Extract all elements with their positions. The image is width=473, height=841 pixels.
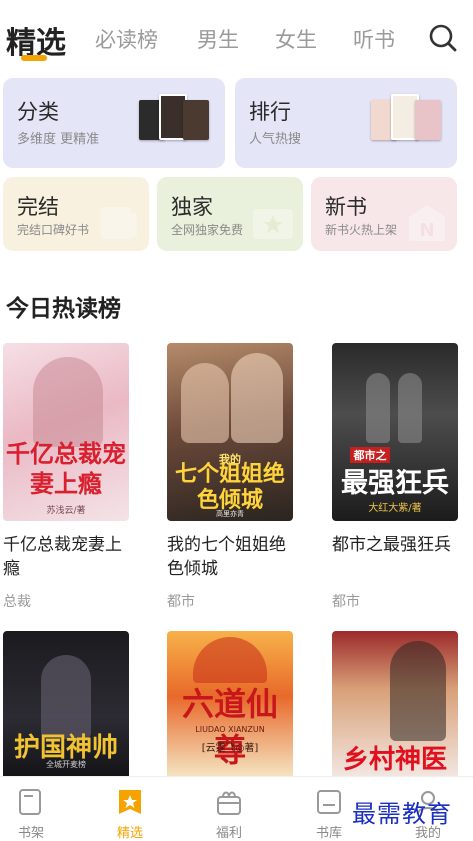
tab-female[interactable]: 女生 (275, 24, 317, 54)
new-badge-icon: N (405, 203, 449, 243)
active-tab-indicator (21, 55, 47, 61)
new-book-card-subtitle: 新书火热上架 (325, 223, 398, 237)
cover-author: 苏浅云/著 (46, 506, 86, 516)
category-card-title: 分类 (17, 100, 59, 124)
cover-figure (193, 637, 267, 683)
book-item[interactable]: 乡村神医 (332, 631, 458, 776)
cover-figure (366, 373, 390, 443)
gift-icon (215, 788, 243, 816)
completed-card[interactable]: 完结 完结口碑好书 (3, 177, 149, 251)
completed-card-subtitle: 完结口碑好书 (17, 223, 90, 237)
tab-audiobook[interactable]: 听书 (353, 24, 395, 54)
nav-welfare[interactable]: 福利 (189, 777, 269, 841)
book-item[interactable]: 六道仙尊 LIUDAO XIANZUN [云霆飞◎著] (167, 631, 293, 776)
nav-label: 精选 (116, 826, 143, 841)
mini-cover (183, 100, 209, 140)
svg-text:N: N (419, 220, 434, 241)
book-cover: 都市之 最强狂兵 大红大紫/著 (332, 343, 458, 521)
cover-small-text: 全城开麦榜 (46, 760, 86, 769)
book-item[interactable]: 我的 七个姐姐绝色倾城 高里亦青 我的七个姐姐绝色倾城 都市 (167, 343, 293, 610)
book-item[interactable]: 千亿总裁宠妻上瘾 苏浅云/著 千亿总裁宠妻上瘾 总裁 (3, 343, 129, 610)
category-card[interactable]: 分类 多维度 更精准 (3, 78, 225, 168)
book-item[interactable]: 护国神帅 全城开麦榜 (3, 631, 129, 776)
exclusive-card-title: 独家 (171, 195, 213, 219)
watermark-logo: 最需教育 (352, 800, 452, 828)
cover-title: 乡村神医 (342, 745, 447, 775)
cover-author: [云霆飞◎著] (201, 743, 259, 754)
section-title: 今日热读榜 (6, 296, 121, 322)
book-tag: 都市 (167, 594, 195, 610)
ranking-card[interactable]: 排行 人气热搜 (235, 78, 457, 168)
book-item[interactable]: 都市之 最强狂兵 大红大紫/著 都市之最强狂兵 都市 (332, 343, 458, 610)
cover-title: 千亿总裁宠妻上瘾 (6, 439, 126, 498)
cover-figure (231, 353, 283, 443)
cover-title: 最强狂兵 (341, 468, 449, 499)
featured-star-icon (116, 788, 144, 816)
new-book-card[interactable]: 新书 新书火热上架 N (311, 177, 457, 251)
mini-cover (415, 100, 441, 140)
book-cover: 乡村神医 (332, 631, 458, 776)
book-icon (97, 203, 141, 243)
search-icon[interactable] (428, 22, 458, 54)
exclusive-card[interactable]: 独家 全网独家免费 (157, 177, 303, 251)
cover-author: 高里亦青 (216, 510, 244, 518)
cover-title: 七个姐姐绝色倾城 (174, 461, 285, 513)
book-tag: 总裁 (3, 594, 31, 610)
star-box-icon (251, 203, 295, 243)
nav-bookshelf[interactable]: 书架 (0, 777, 71, 841)
cover-figure (398, 373, 422, 443)
book-cover: 护国神帅 全城开麦榜 (3, 631, 129, 776)
nav-featured[interactable]: 精选 (90, 777, 170, 841)
cover-author: 大红大紫/著 (368, 503, 422, 514)
library-icon (315, 788, 343, 816)
top-tab-bar: 精选 必读榜 男生 女生 听书 (0, 0, 473, 66)
book-title: 千亿总裁宠妻上瘾 (3, 535, 122, 579)
completed-card-title: 完结 (17, 195, 59, 219)
cover-figure (390, 641, 446, 741)
tab-must-read[interactable]: 必读榜 (95, 24, 158, 54)
cover-small-text: LIUDAO XIANZUN (195, 725, 265, 734)
exclusive-card-subtitle: 全网独家免费 (171, 223, 244, 237)
tab-male[interactable]: 男生 (197, 24, 239, 54)
cover-figure (33, 357, 103, 447)
category-covers (135, 92, 215, 154)
cover-figure (181, 363, 229, 443)
nav-label: 福利 (215, 826, 242, 841)
book-cover: 千亿总裁宠妻上瘾 苏浅云/著 (3, 343, 129, 521)
ranking-card-subtitle: 人气热搜 (249, 132, 302, 147)
ranking-covers (367, 92, 447, 154)
ranking-card-title: 排行 (249, 100, 291, 124)
nav-label: 书架 (17, 826, 44, 841)
book-cover: 我的 七个姐姐绝色倾城 高里亦青 (167, 343, 293, 521)
new-book-card-title: 新书 (325, 195, 367, 219)
category-card-subtitle: 多维度 更精准 (17, 132, 100, 147)
bookshelf-icon (17, 788, 45, 816)
book-tag: 都市 (332, 594, 360, 610)
book-title: 我的七个姐姐绝色倾城 (167, 535, 286, 579)
book-cover: 六道仙尊 LIUDAO XIANZUN [云霆飞◎著] (167, 631, 293, 776)
book-title: 都市之最强狂兵 (332, 535, 451, 555)
